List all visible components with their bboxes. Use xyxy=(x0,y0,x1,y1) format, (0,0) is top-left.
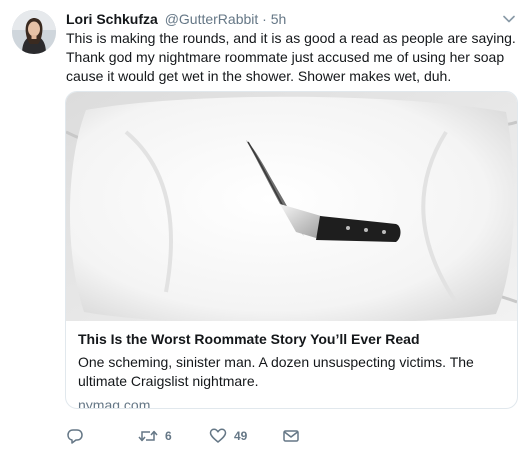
like-button[interactable]: 49 xyxy=(209,426,247,446)
card-image[interactable] xyxy=(66,92,517,325)
tweet-text: This is making the rounds, and it is as … xyxy=(66,30,516,84)
timestamp[interactable]: 5h xyxy=(271,11,287,27)
author-handle[interactable]: @GutterRabbit xyxy=(165,11,259,27)
separator-dot: · xyxy=(262,11,267,27)
card-body: This Is the Worst Roommate Story You’ll … xyxy=(78,326,508,409)
retweet-button[interactable]: 6 xyxy=(138,426,172,446)
tweet: Lori Schkufza @GutterRabbit · 5h This is… xyxy=(0,0,529,453)
like-count: 49 xyxy=(234,429,248,443)
tweet-header: Lori Schkufza @GutterRabbit · 5h xyxy=(66,10,286,28)
chevron-down-icon[interactable] xyxy=(502,12,516,26)
retweet-icon xyxy=(138,427,158,445)
card-domain: nymag.com xyxy=(78,397,151,409)
direct-message-button[interactable] xyxy=(282,426,300,446)
card-description: One scheming, sinister man. A dozen unsu… xyxy=(78,354,474,389)
reply-button[interactable] xyxy=(66,426,84,446)
author-name[interactable]: Lori Schkufza xyxy=(66,11,158,27)
retweet-count: 6 xyxy=(165,429,172,443)
link-card[interactable]: This Is the Worst Roommate Story You’ll … xyxy=(65,91,518,409)
envelope-icon xyxy=(282,427,300,445)
heart-icon xyxy=(209,427,227,445)
reply-icon xyxy=(66,427,84,445)
card-title[interactable]: This Is the Worst Roommate Story You’ll … xyxy=(78,330,508,349)
avatar[interactable] xyxy=(12,10,56,54)
